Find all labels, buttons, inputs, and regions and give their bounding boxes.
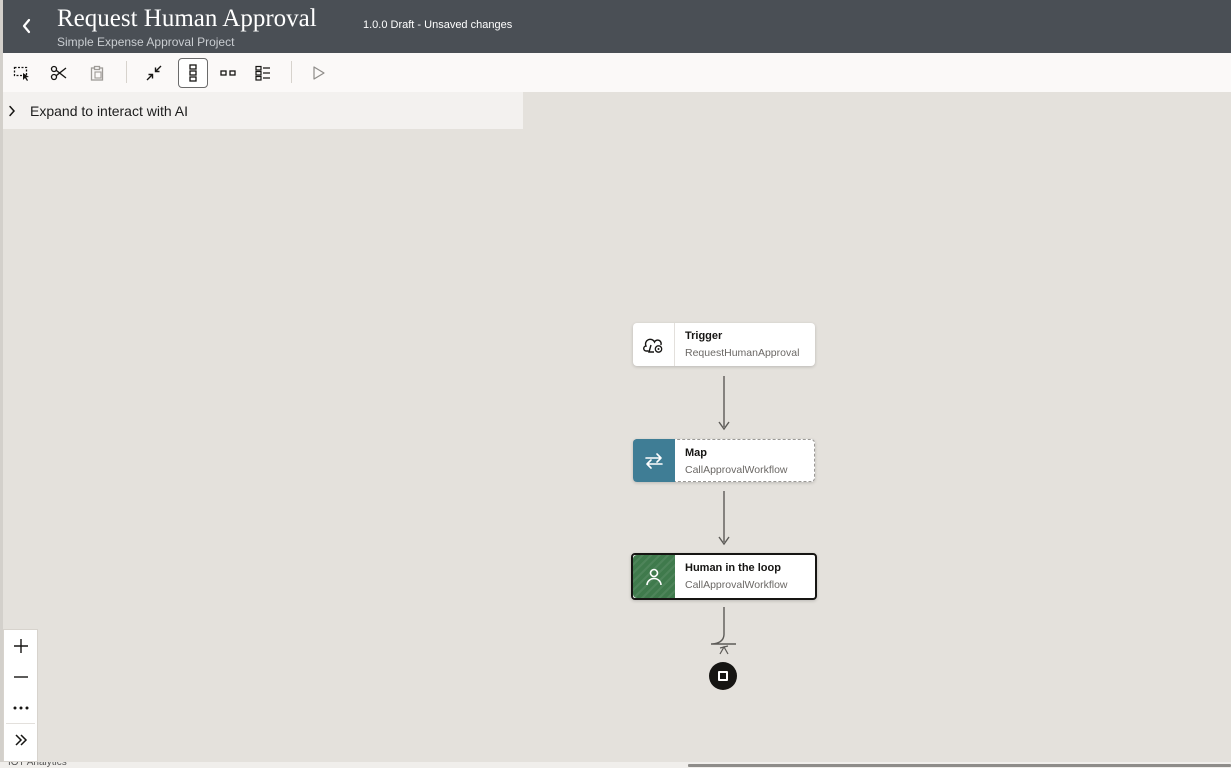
connector-arrow [718,536,730,546]
toolbar-divider [291,61,292,83]
trigger-cloud-icon [633,323,675,366]
ai-assist-panel[interactable]: Expand to interact with AI [3,92,523,129]
connector-arrow [711,607,736,645]
zoom-out-button[interactable] [4,661,37,692]
vertical-layout-icon [189,64,197,82]
zoom-in-icon [13,638,28,653]
version-status: 1.0.0 Draft - Unsaved changes [363,19,513,31]
flow-node-trigger[interactable]: Trigger RequestHumanApproval [633,323,815,366]
horizontal-layout-icon [220,70,236,76]
horizontal-scrollbar[interactable] [688,764,1231,767]
chevron-right-icon [8,104,18,118]
zoom-out-icon [13,675,28,678]
paste-icon [90,65,104,81]
stop-square-icon [718,671,728,681]
node-name: CallApprovalWorkflow [685,464,788,476]
vertical-layout-button[interactable] [178,58,208,88]
person-icon [633,555,675,598]
expand-panel-icon [14,733,27,746]
select-region-button[interactable] [7,58,37,88]
pseudo-view-icon [255,65,270,81]
swap-arrows-icon [633,439,675,482]
node-type: Map [685,447,707,459]
node-name: RequestHumanApproval [685,347,800,359]
back-button[interactable] [13,12,41,40]
canvas-toolbar [3,53,1231,92]
cut-button[interactable] [44,58,74,88]
run-icon [313,66,325,80]
flow-node-human-in-the-loop[interactable]: Human in the loop CallApprovalWorkflow [631,553,817,600]
node-type: Human in the loop [685,562,781,574]
collapse-icon [146,65,162,81]
page-header: Request Human Approval Simple Expense Ap… [3,0,1231,53]
flow-end-node[interactable] [709,662,737,690]
chevron-left-icon [22,18,31,34]
node-name: CallApprovalWorkflow [685,579,788,591]
more-options-button[interactable] [4,692,37,723]
more-options-icon [13,706,28,709]
node-type: Trigger [685,330,723,342]
zoom-in-button[interactable] [4,630,37,661]
connector-arrow [718,421,730,431]
horizontal-layout-button[interactable] [213,58,243,88]
ai-panel-label: Expand to interact with AI [30,102,188,119]
paste-button[interactable] [82,58,112,88]
connector-arrow [719,645,729,655]
expand-panel-button[interactable] [4,724,37,755]
zoom-controls [3,629,38,762]
pseudo-view-button[interactable] [248,58,278,88]
select-region-icon [13,66,29,81]
toolbar-divider [126,61,127,83]
page-title: Request Human Approval [57,5,317,32]
flow-node-map[interactable]: Map CallApprovalWorkflow [633,439,815,482]
collapse-button[interactable] [139,58,169,88]
cut-icon [50,65,67,81]
run-button[interactable] [304,58,334,88]
project-name: Simple Expense Approval Project [57,35,235,49]
